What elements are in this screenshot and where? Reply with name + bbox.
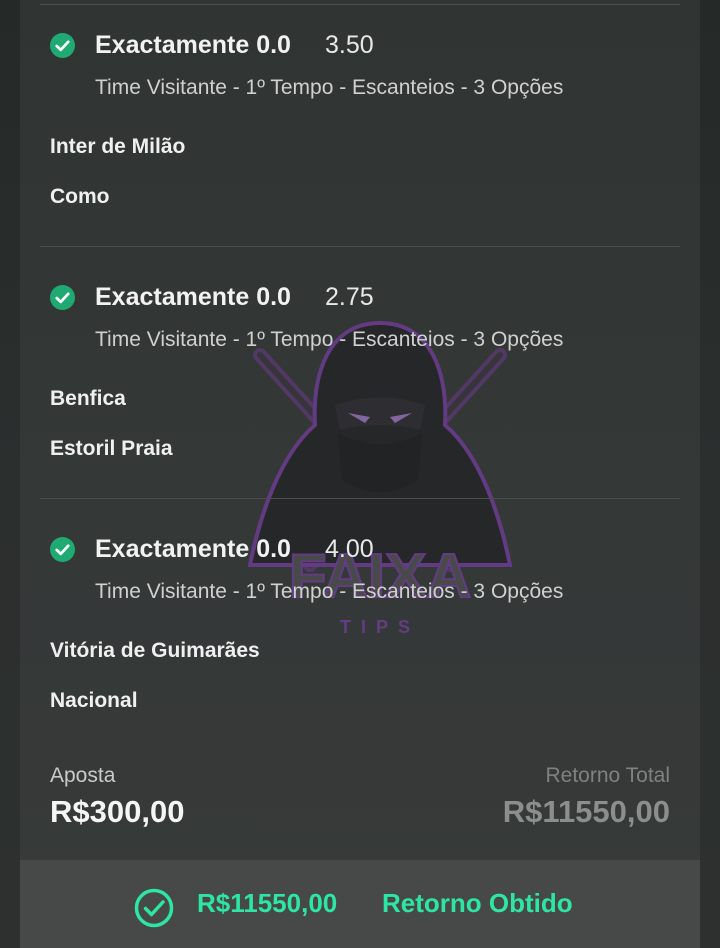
selection-divider: [40, 246, 680, 247]
total-return-value: R$11550,00: [502, 794, 670, 829]
selection-item: Exactamente 0.0 3.50 Time Visitante - 1º…: [20, 0, 700, 240]
check-circle-outline-icon: [134, 888, 174, 928]
home-team: Benfica: [50, 387, 126, 410]
selection-odds: 4.00: [325, 535, 374, 563]
selection-market: Time Visitante - 1º Tempo - Escanteios -…: [95, 580, 564, 603]
stake-label: Aposta: [50, 764, 116, 787]
return-obtained-label: Retorno Obtido: [382, 888, 573, 918]
bet-card: Exactamente 0.0 3.50 Time Visitante - 1º…: [20, 0, 700, 948]
return-obtained-bar: R$11550,00 Retorno Obtido: [20, 860, 700, 948]
away-team: Estoril Praia: [50, 437, 173, 460]
check-circle-icon: [50, 33, 75, 58]
selection-market: Time Visitante - 1º Tempo - Escanteios -…: [95, 76, 564, 99]
home-team: Inter de Milão: [50, 135, 186, 158]
away-team: Nacional: [50, 689, 138, 712]
selection-divider: [40, 498, 680, 499]
total-return-label: Retorno Total: [545, 764, 670, 787]
bet-slip-screen: Exactamente 0.0 3.50 Time Visitante - 1º…: [0, 0, 720, 948]
return-obtained-amount: R$11550,00: [197, 888, 338, 918]
home-team: Vitória de Guimarães: [50, 639, 260, 662]
selection-odds: 3.50: [325, 31, 374, 59]
selection-item: Exactamente 0.0 2.75 Time Visitante - 1º…: [20, 252, 700, 492]
check-circle-icon: [50, 537, 75, 562]
selection-market: Time Visitante - 1º Tempo - Escanteios -…: [95, 328, 564, 351]
selection-title: Exactamente 0.0: [95, 31, 291, 59]
selection-item: Exactamente 0.0 4.00 Time Visitante - 1º…: [20, 504, 700, 744]
stake-value: R$300,00: [50, 794, 185, 829]
selection-odds: 2.75: [325, 283, 374, 311]
selection-title: Exactamente 0.0: [95, 283, 291, 311]
check-circle-icon: [50, 285, 75, 310]
away-team: Como: [50, 185, 110, 208]
selection-title: Exactamente 0.0: [95, 535, 291, 563]
